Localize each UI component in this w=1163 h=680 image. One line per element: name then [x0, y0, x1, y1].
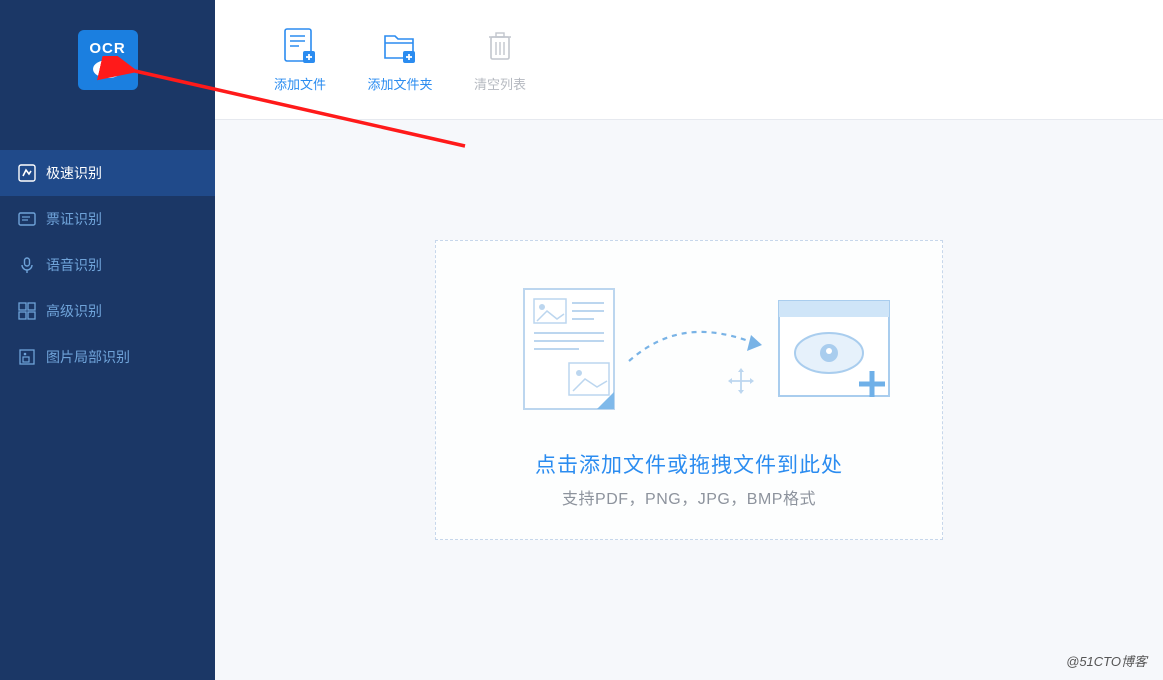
sidebar-item-label: 票证识别	[46, 209, 102, 229]
toolbar: 添加文件 添加文件夹 清空列表	[215, 0, 1163, 120]
dropzone-title: 点击添加文件或拖拽文件到此处	[535, 449, 843, 479]
sidebar-item-speed[interactable]: 极速识别	[0, 150, 215, 196]
toolbar-label: 清空列表	[474, 74, 526, 93]
logo-area: OCR	[0, 0, 215, 150]
sidebar-item-label: 图片局部识别	[46, 347, 130, 367]
advanced-icon	[18, 302, 36, 320]
sidebar-item-voice[interactable]: 语音识别	[0, 242, 215, 288]
sidebar: OCR 极速识别 票证识别 语音识别	[0, 0, 215, 680]
toolbar-label: 添加文件	[274, 74, 326, 93]
sidebar-item-label: 极速识别	[46, 163, 102, 183]
add-folder-button[interactable]: 添加文件夹	[355, 26, 445, 93]
trash-icon	[481, 26, 519, 64]
add-file-icon	[281, 26, 319, 64]
add-file-button[interactable]: 添加文件	[255, 26, 345, 93]
dropzone-illustration	[479, 271, 899, 431]
add-folder-icon	[381, 26, 419, 64]
sidebar-item-advanced[interactable]: 高级识别	[0, 288, 215, 334]
sidebar-item-ticket[interactable]: 票证识别	[0, 196, 215, 242]
dropzone-subtitle: 支持PDF，PNG，JPG，BMP格式	[562, 485, 816, 509]
sidebar-item-label: 高级识别	[46, 301, 102, 321]
speed-icon	[18, 164, 36, 182]
clear-list-button[interactable]: 清空列表	[455, 26, 545, 93]
logo-text: OCR	[89, 41, 125, 56]
ticket-icon	[18, 210, 36, 228]
mic-icon	[18, 256, 36, 274]
app-logo: OCR	[78, 30, 138, 90]
watermark: @51CTO博客	[1066, 651, 1147, 670]
sidebar-item-crop[interactable]: 图片局部识别	[0, 334, 215, 380]
eye-icon	[91, 58, 125, 80]
toolbar-label: 添加文件夹	[367, 74, 432, 93]
dropzone[interactable]: 点击添加文件或拖拽文件到此处 支持PDF，PNG，JPG，BMP格式	[435, 240, 943, 540]
crop-icon	[18, 348, 36, 366]
sidebar-item-label: 语音识别	[46, 255, 102, 275]
content-area: 点击添加文件或拖拽文件到此处 支持PDF，PNG，JPG，BMP格式	[215, 120, 1163, 680]
main-area: 添加文件 添加文件夹 清空列表	[215, 0, 1163, 680]
